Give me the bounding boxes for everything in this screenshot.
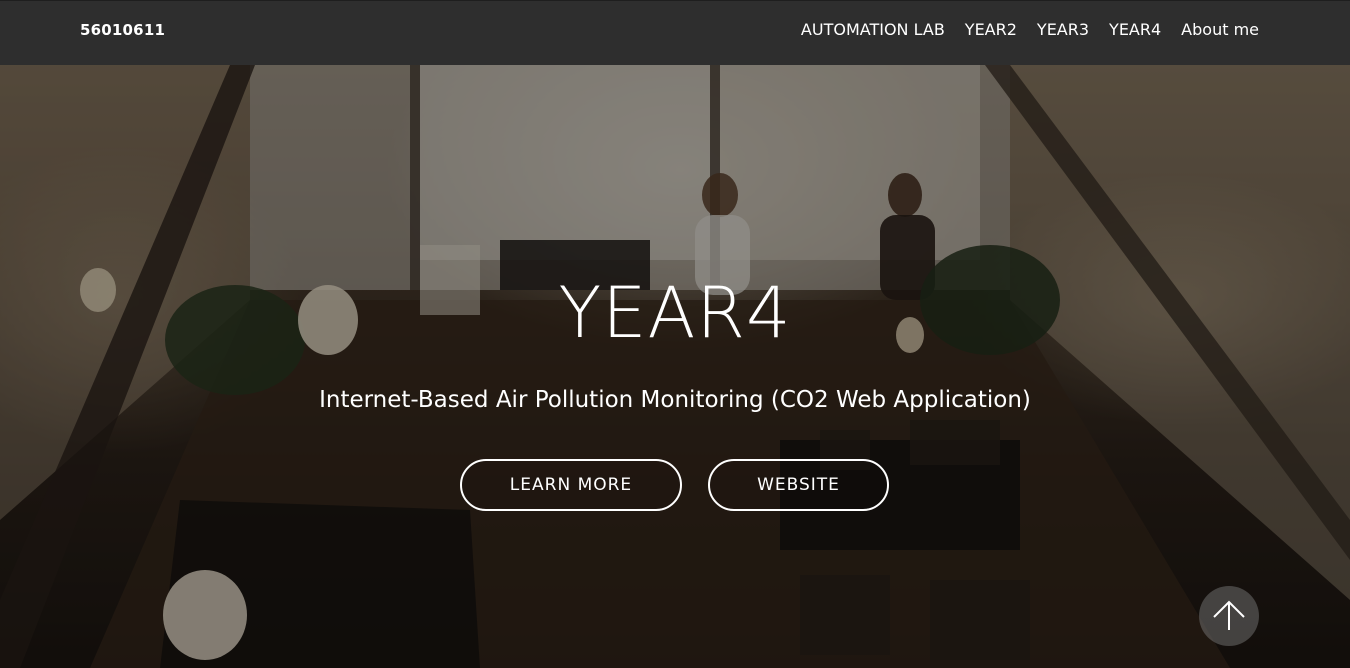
nav-link-automation-lab[interactable]: AUTOMATION LAB	[801, 20, 945, 39]
learn-more-label: LEARN MORE	[509, 475, 633, 495]
top-navbar: 56010611 AUTOMATION LAB YEAR2 YEAR3 YEAR…	[0, 0, 1350, 65]
nav-link-year3[interactable]: YEAR3	[1037, 20, 1089, 39]
hero-subtitle: Internet-Based Air Pollution Monitoring …	[319, 387, 1031, 413]
nav-link-year2[interactable]: YEAR2	[965, 20, 1017, 39]
brand-link[interactable]: 56010611	[80, 21, 165, 39]
hero-title: YEAR4	[558, 272, 792, 354]
learn-more-button[interactable]: LEARN MORE	[460, 459, 682, 511]
page: 56010611 AUTOMATION LAB YEAR2 YEAR3 YEAR…	[0, 0, 1350, 668]
arrow-up-icon	[1213, 600, 1245, 630]
website-label: WEBSITE	[757, 475, 840, 495]
nav-links: AUTOMATION LAB YEAR2 YEAR3 YEAR4 About m…	[801, 20, 1259, 39]
nav-link-about-me[interactable]: About me	[1181, 20, 1259, 39]
nav-link-year4[interactable]: YEAR4	[1109, 20, 1161, 39]
website-button[interactable]: WEBSITE	[708, 459, 889, 511]
back-to-top-button[interactable]	[1199, 586, 1259, 646]
